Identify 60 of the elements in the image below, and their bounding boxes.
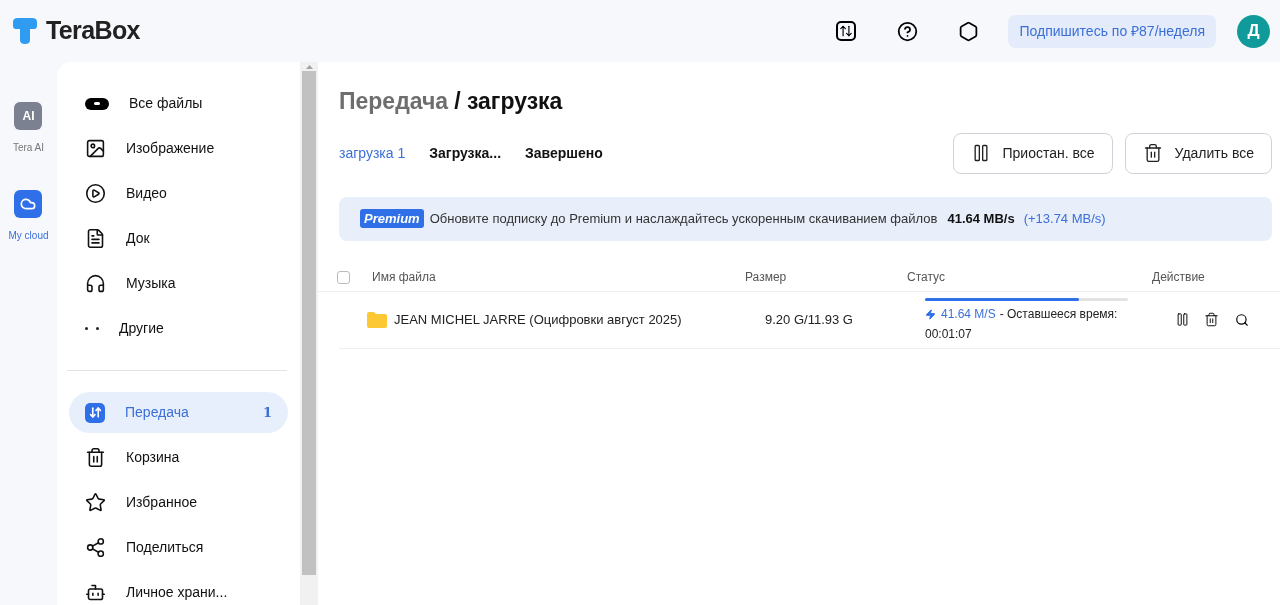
banner-text: Обновите подписку до Premium и наслаждайтесь ускоренным скачиванием файлов (429, 209, 938, 228)
sidebar-item[interactable]: Личное храни... (69, 572, 288, 605)
rail-item[interactable]: AI Tera AI (12, 102, 45, 155)
rail-item[interactable]: My cloud (8, 190, 49, 243)
column-header[interactable]: Действие (1152, 268, 1205, 286)
column-header[interactable]: Имя файла (372, 268, 745, 286)
lightning-icon (925, 308, 936, 320)
transfer-icon[interactable] (836, 21, 857, 41)
delete-all-button[interactable]: Удалить все (1124, 132, 1272, 174)
premium-badge: Premium (360, 208, 424, 229)
sidebar-item[interactable]: Передача 1 (69, 392, 288, 433)
breadcrumb-item[interactable]: Передача (339, 84, 449, 119)
file-size: 9.20 G/11.93 G (765, 310, 854, 329)
pause-all-button[interactable]: Приостан. все (952, 132, 1113, 174)
sidebar-item[interactable]: Корзина (69, 437, 288, 478)
breadcrumb-item: / загрузка (454, 87, 563, 116)
remaining-label: - Оставшееся время: (999, 306, 1118, 323)
sidebar-item[interactable]: Изображение (69, 128, 288, 169)
trash-icon (1142, 143, 1163, 163)
play-icon (85, 183, 106, 204)
column-header[interactable]: Статус (907, 268, 1152, 286)
robot-icon (85, 582, 106, 603)
trash-icon (85, 447, 106, 468)
tab[interactable]: загрузка 1 (339, 142, 406, 164)
logo-icon (10, 16, 40, 46)
tab[interactable]: Загрузка... (429, 142, 502, 164)
delete-icon[interactable] (1204, 312, 1219, 327)
sidebar-item[interactable]: Все файлы (69, 83, 288, 124)
cloud-icon (14, 190, 43, 218)
transfer-icon (85, 402, 105, 423)
settings-icon[interactable] (958, 20, 980, 42)
dots-icon (85, 327, 99, 330)
sidebar-item[interactable]: Видео (69, 173, 288, 214)
scrollbar[interactable] (300, 62, 318, 605)
speed-text: 41.64 MB/s (947, 209, 1015, 228)
ai-icon: AI (14, 102, 43, 130)
boost-text: (+13.74 MB/s) (1023, 209, 1106, 228)
column-header[interactable]: Размер (745, 268, 907, 286)
file-row[interactable]: JEAN MICHEL JARRE (Оцифровки август 2025) 9.20 G/11.93 G 41.64 M/S - Оставшееся время: 00:01:07 (339, 291, 1280, 349)
file-name[interactable]: JEAN MICHEL JARRE (Оцифровки август 2025) (394, 309, 765, 330)
sidebar-item[interactable]: Поделиться (69, 527, 288, 568)
select-all-checkbox[interactable] (337, 270, 350, 284)
sidebar-item[interactable]: Музыка (69, 263, 288, 304)
sidebar-item[interactable]: Другие (69, 308, 288, 349)
help-icon[interactable] (897, 20, 919, 42)
pause-icon[interactable] (1175, 312, 1190, 327)
logo-text: TeraBox (46, 15, 140, 47)
subscribe-button[interactable]: Подпишитесь по ₽87/неделя (1008, 14, 1216, 48)
count-label: 1 (262, 403, 272, 422)
download-speed: 41.64 M/S (941, 306, 996, 323)
tab[interactable]: Завершено (525, 142, 603, 164)
headphones-icon (85, 273, 106, 294)
star-icon (85, 492, 106, 513)
image-icon (85, 138, 106, 159)
sidebar-item[interactable]: Избранное (69, 482, 288, 523)
sidebar-item[interactable]: Док (69, 218, 288, 259)
remaining-time: 00:01:07 (925, 326, 973, 343)
share-icon (85, 537, 106, 558)
search-icon[interactable] (1235, 312, 1249, 327)
document-icon (85, 228, 106, 249)
